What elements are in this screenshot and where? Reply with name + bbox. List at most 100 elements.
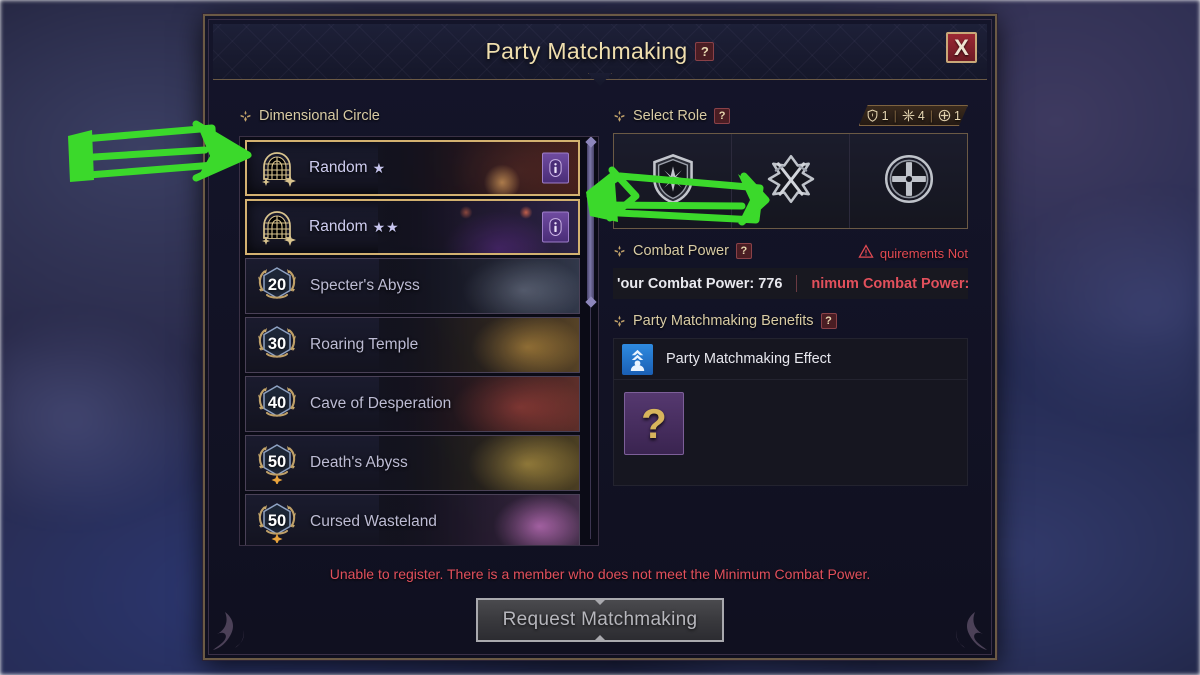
dungeon-level-badge: 40 [256,383,298,425]
tank-count-value: 1 [881,108,889,123]
party-buff-icon [622,343,653,375]
dungeon-name-label: Random ★★ [309,218,400,236]
role-option-group [613,133,968,229]
select-role-header-label: Select Role [633,108,708,124]
counter-separator-2: | [929,108,934,123]
benefits-header-label: Party Matchmaking Benefits [633,313,814,329]
dungeon-level-badge: 50 [256,501,298,543]
fleur-de-lis-icon [613,245,626,258]
counter-separator-1: | [893,108,897,123]
dimensional-circle-section: Dimensional Circle [239,108,599,133]
page-title: Party Matchmaking ? [486,38,715,65]
submit-row: Request Matchmaking [209,598,991,642]
benefit-effect-label: Party Matchmaking Effect [666,351,831,367]
dialog-inner-frame: Party Matchmaking ? X Dimensional Circle… [208,19,992,655]
select-role-header: Select Role ? 1 | 4 | 1 [613,108,968,124]
dialog-body: Dimensional Circle Random ★ Random ★★ 20 Spec… [209,82,991,654]
benefit-effect-row: Party Matchmaking Effect [614,339,967,380]
dungeon-name-label: Random ★ [309,159,386,177]
difficulty-stars: ★★ [372,218,400,235]
support-count-value: 1 [954,108,961,123]
crossed-swords-icon [764,152,818,211]
scrollbar-thumb[interactable] [587,143,594,302]
dungeon-list: Random ★ Random ★★ 20 Specter's Abyss 30 Roarin… [239,136,599,546]
support-slot-count: 1 [938,109,961,123]
dungeon-name-text: Death's Abyss [310,454,408,471]
combat-power-header-label: Combat Power [633,243,729,259]
warning-triangle-icon [858,244,874,262]
fleur-de-lis-icon [239,110,252,123]
shield-star-icon [646,152,700,211]
portal-gate-icon [257,148,297,188]
dungeon-level-value: 40 [267,394,287,412]
title-help-icon[interactable]: ? [695,42,715,61]
dungeon-name-text: Random [309,159,368,176]
dungeon-info-button[interactable] [542,152,569,184]
requirements-warning: quirements Not [858,244,968,262]
dungeon-list-item[interactable]: 50 Death's Abyss [245,435,580,491]
burst-icon [902,109,915,122]
dungeon-level-value: 50 [267,512,287,530]
dungeon-list-item[interactable]: 20 Specter's Abyss [245,258,580,314]
your-combat-power-value: 'our Combat Power: 776 [617,275,783,292]
fleur-de-lis-icon [613,315,626,328]
dimensional-circle-header: Dimensional Circle [239,108,599,124]
benefit-reward-slot[interactable]: ? [624,392,684,455]
dungeon-name-text: Cave of Desperation [310,395,452,412]
close-button[interactable]: X [946,32,977,63]
portal-gate-icon [257,207,297,247]
right-column: Select Role ? 1 | 4 | 1 Combat Power ? q… [613,108,968,486]
request-matchmaking-button[interactable]: Request Matchmaking [476,598,724,642]
unknown-reward-icon: ? [641,399,667,447]
fleur-de-lis-icon [613,110,626,123]
dungeon-name-text: Cursed Wasteland [310,513,437,530]
dungeon-name-label: Roaring Temple [310,336,418,354]
dungeon-list-item[interactable]: 40 Cave of Desperation [245,376,580,432]
dps-slot-count: 4 [902,109,925,123]
dungeon-list-scrollbar[interactable] [586,143,595,539]
dps-count-value: 4 [917,108,925,123]
dungeon-name-text: Specter's Abyss [310,277,420,294]
dungeon-list-item[interactable]: 30 Roaring Temple [245,317,580,373]
page-title-text: Party Matchmaking [485,38,688,64]
benefits-header: Party Matchmaking Benefits ? [613,313,968,329]
cross-circle-icon [882,152,936,211]
benefits-help-icon[interactable]: ? [820,313,837,329]
dungeon-name-label: Cursed Wasteland [310,513,437,531]
combat-power-bar: 'our Combat Power: 776 nimum Combat Powe… [613,268,968,299]
role-option-support[interactable] [850,134,967,228]
dungeon-name-label: Specter's Abyss [310,277,420,295]
dungeon-list-item[interactable]: Random ★ [245,140,580,196]
dungeon-level-value: 50 [267,453,287,471]
dungeon-name-label: Cave of Desperation [310,395,451,413]
dungeon-info-button[interactable] [542,211,569,243]
party-matchmaking-dialog: Party Matchmaking ? X Dimensional Circle… [203,14,997,660]
combat-power-header: Combat Power ? quirements Not [613,243,968,262]
dungeon-list-item[interactable]: Random ★★ [245,199,580,255]
dungeon-thumbnail [379,436,579,490]
requirements-warning-text: quirements Not [879,245,968,261]
dungeon-level-badge: 30 [256,324,298,366]
dungeon-level-value: 30 [267,335,287,353]
combat-power-marquee: 'our Combat Power: 776 nimum Combat Powe… [613,275,968,292]
tank-slot-count: 1 [866,109,889,123]
dungeon-name-text: Roaring Temple [310,336,419,353]
dimensional-circle-header-label: Dimensional Circle [259,108,380,124]
difficulty-stars: ★ [372,159,387,176]
dungeon-list-item[interactable]: 50 Cursed Wasteland [245,494,580,545]
support-cross-icon [938,109,951,122]
combat-power-help-icon[interactable]: ? [735,243,752,259]
dialog-title-bar: Party Matchmaking ? [213,24,987,80]
dungeon-level-badge: 20 [256,265,298,307]
benefit-reward-grid: ? [614,380,967,455]
minimum-combat-power-value: nimum Combat Power: 1,6 [811,275,968,292]
dungeon-name-label: Death's Abyss [310,454,408,472]
select-role-help-icon[interactable]: ? [714,108,731,124]
role-option-tank[interactable] [614,134,732,228]
dungeon-name-text: Random [309,218,368,235]
shield-icon [866,109,879,122]
role-option-dps[interactable] [732,134,850,228]
dungeon-level-value: 20 [267,276,287,294]
benefits-panel: Party Matchmaking Effect ? [613,338,968,486]
role-slot-counter: 1 | 4 | 1 [859,105,968,126]
